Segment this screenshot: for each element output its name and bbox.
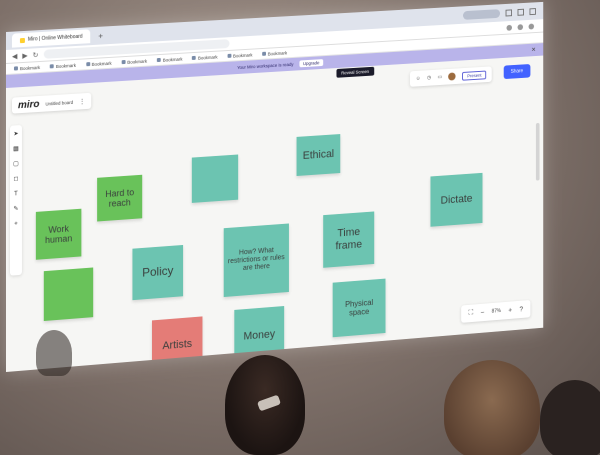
avatar[interactable]: [529, 23, 535, 29]
bookmark-item[interactable]: Bookmark: [192, 54, 217, 60]
close-window-icon[interactable]: [529, 8, 535, 15]
bookmark-item[interactable]: Bookmark: [86, 60, 112, 66]
text-icon[interactable]: T: [14, 191, 18, 197]
reactions-icon[interactable]: ☺: [416, 76, 421, 82]
sticky-note[interactable]: [44, 267, 93, 321]
projected-screen: Miro | Online Whiteboard + ◀ ▶ ↻ Bookmar…: [6, 2, 543, 372]
sticky-note[interactable]: Hard to reach: [97, 175, 142, 222]
extension-icon[interactable]: [518, 24, 524, 30]
help-button[interactable]: ?: [519, 306, 523, 313]
audience-head: [444, 360, 540, 455]
address-actions: [506, 22, 543, 30]
tab-label: Miro | Online Whiteboard: [28, 34, 83, 43]
sticky-note-icon[interactable]: ▢: [13, 161, 19, 167]
sticky-note[interactable]: Dictate: [430, 173, 482, 227]
board-menu-icon[interactable]: ⋮: [79, 98, 85, 105]
sticky-note[interactable]: Work human: [36, 209, 82, 260]
bookmark-item[interactable]: Bookmark: [50, 62, 76, 69]
banner-link[interactable]: Upgrade: [299, 59, 323, 67]
sticky-note[interactable]: Ethical: [297, 134, 341, 176]
collaboration-toolbar: ☺ ◷ ▭ Present: [410, 66, 492, 86]
zoom-out-button[interactable]: −: [481, 309, 485, 316]
back-icon[interactable]: ◀: [12, 52, 17, 60]
fit-screen-icon[interactable]: ⛶: [469, 309, 474, 317]
video-icon[interactable]: ▭: [438, 74, 442, 80]
zoom-in-button[interactable]: +: [508, 307, 512, 314]
zoom-level: 87%: [492, 308, 501, 315]
whiteboard-canvas[interactable]: miro Untitled board ⋮ ☺ ◷ ▭ Present Shar…: [6, 56, 543, 372]
presenter-shadow: [36, 330, 72, 376]
maximize-icon[interactable]: [518, 8, 524, 15]
close-icon[interactable]: ✕: [531, 46, 536, 53]
forward-icon[interactable]: ▶: [22, 51, 27, 59]
bookmark-item[interactable]: Bookmark: [14, 64, 40, 71]
profile-pill[interactable]: [463, 9, 500, 20]
banner-text: Your Miro workspace is ready: [237, 62, 293, 70]
avatar[interactable]: [449, 72, 456, 80]
miro-logo: miro: [18, 98, 40, 110]
share-button[interactable]: Share: [503, 64, 530, 79]
sticky-note[interactable]: [192, 154, 238, 202]
bookmark-item[interactable]: Bookmark: [157, 56, 183, 62]
window-controls: [463, 6, 543, 19]
pen-icon[interactable]: ✎: [13, 206, 18, 212]
audience-head: [540, 380, 600, 455]
shape-icon[interactable]: ◻: [13, 176, 18, 182]
bookmark-item[interactable]: Bookmark: [121, 58, 147, 64]
extension-icon[interactable]: [506, 24, 512, 30]
miro-favicon-icon: [20, 37, 25, 42]
sticky-note[interactable]: Time frame: [323, 211, 374, 267]
timer-icon[interactable]: ◷: [427, 75, 431, 81]
sticky-note[interactable]: How? What restrictions or rules are ther…: [224, 223, 289, 297]
left-toolbar: ➤ ▦ ▢ ◻ T ✎ +: [10, 125, 22, 276]
zoom-controls: ⛶ − 87% + ?: [461, 300, 530, 323]
board-name[interactable]: Untitled board: [45, 99, 73, 106]
select-cursor-icon[interactable]: ➤: [13, 131, 18, 137]
sticky-note[interactable]: Physical space: [333, 279, 386, 338]
present-button[interactable]: Present: [463, 70, 487, 80]
sticky-note[interactable]: Policy: [132, 245, 183, 300]
vertical-scrollbar[interactable]: [536, 123, 540, 181]
bookmark-item[interactable]: Bookmark: [227, 52, 252, 58]
reload-icon[interactable]: ↻: [33, 51, 39, 59]
templates-icon[interactable]: ▦: [13, 146, 19, 152]
more-tools-icon[interactable]: +: [14, 221, 18, 227]
board-header: miro Untitled board ⋮: [12, 93, 91, 114]
minimize-icon[interactable]: [506, 9, 512, 16]
bookmark-item[interactable]: Bookmark: [262, 50, 287, 56]
new-tab-button[interactable]: +: [94, 31, 106, 41]
